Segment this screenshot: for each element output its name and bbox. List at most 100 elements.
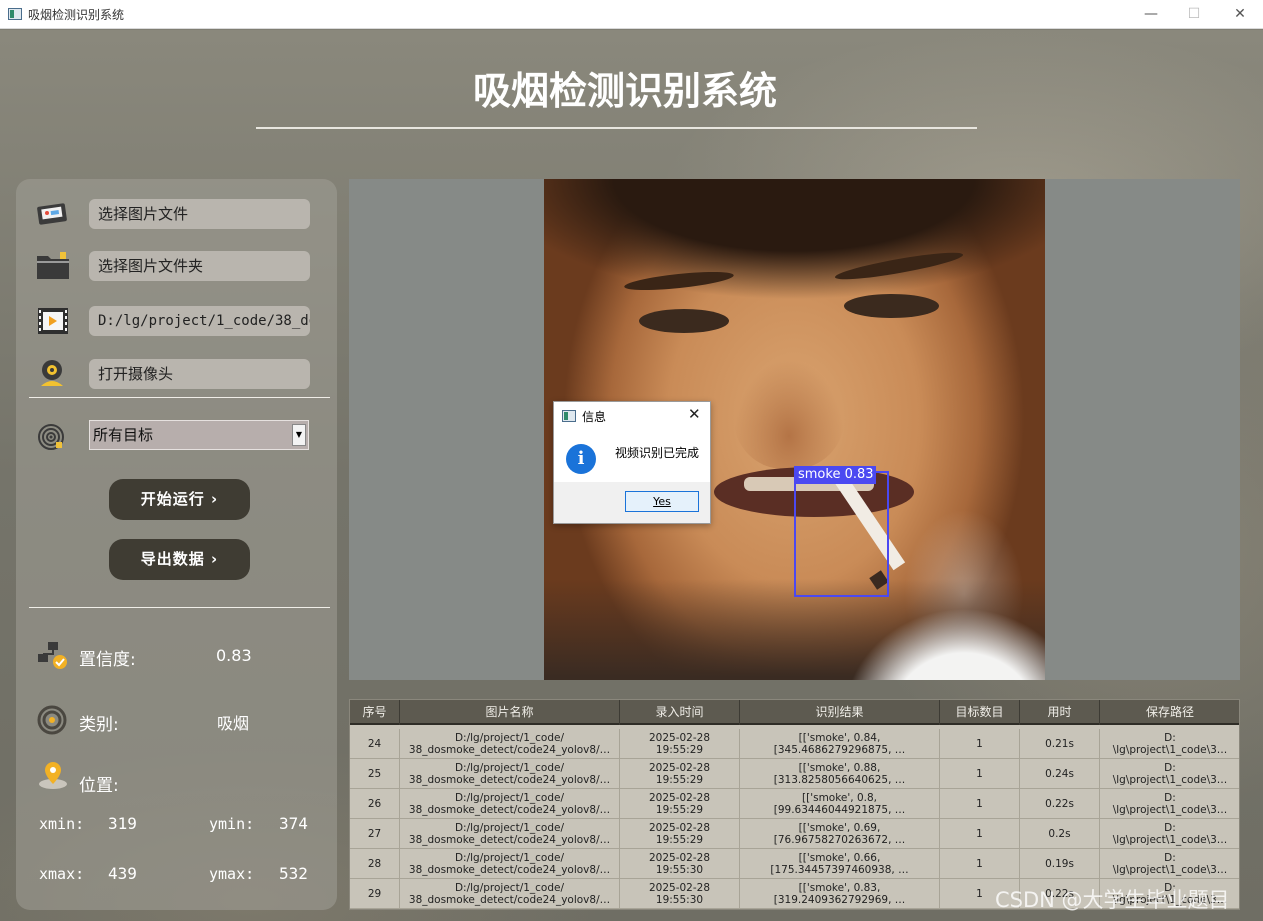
cell-id: 28 [350, 849, 400, 879]
xmax-value: 439 [108, 864, 137, 883]
cell-result: [['smoke', 0.66, [175.34457397460938, … [740, 849, 940, 879]
table-row[interactable]: 25 D:/lg/project/1_code/ 38_dosmoke_detec… [350, 759, 1239, 789]
select-image-folder-button[interactable]: 选择图片文件夹 [89, 251, 310, 281]
select-image-file-button[interactable]: 选择图片文件 [89, 199, 310, 229]
target-icon [38, 424, 64, 450]
column-header-result[interactable]: 识别结果 [740, 700, 940, 725]
ymin-label: ymin: [209, 815, 255, 833]
cell-duration: 0.22s [1020, 789, 1100, 819]
column-header-duration[interactable]: 用时 [1020, 700, 1100, 725]
page-title: 吸烟检测识别系统 [472, 69, 777, 113]
cell-duration: 0.24s [1020, 759, 1100, 789]
cell-time: 2025-02-28 19:55:29 [620, 759, 740, 789]
category-label: 类别: [79, 715, 119, 735]
cell-count: 1 [940, 789, 1020, 819]
column-header-time[interactable]: 录入时间 [620, 700, 740, 725]
cell-name: D:/lg/project/1_code/ 38_dosmoke_detect/… [400, 729, 620, 759]
folder-icon [37, 252, 69, 279]
column-header-path[interactable]: 保存路径 [1100, 700, 1239, 725]
cell-duration: 0.19s [1020, 849, 1100, 879]
cell-time: 2025-02-28 19:55:29 [620, 729, 740, 759]
title-divider [256, 127, 977, 129]
ymax-label: ymax: [209, 865, 255, 883]
column-header-count[interactable]: 目标数目 [940, 700, 1020, 725]
cell-id: 29 [350, 879, 400, 909]
dialog-close-icon[interactable]: ✕ [688, 405, 701, 423]
dialog-footer: Yes [554, 482, 710, 523]
cell-path: D: \lg\project\1_code\3… [1100, 789, 1239, 819]
cell-time: 2025-02-28 19:55:30 [620, 849, 740, 879]
open-camera-button[interactable]: 打开摄像头 [89, 359, 310, 389]
dialog-app-icon [562, 410, 576, 422]
table-row[interactable]: 24 D:/lg/project/1_code/ 38_dosmoke_detec… [350, 729, 1239, 759]
watermark: CSDN @大学生毕业题目 [995, 888, 1230, 912]
panel-divider-2 [29, 607, 330, 608]
export-data-button[interactable]: 导出数据 › [109, 539, 250, 580]
cell-name: D:/lg/project/1_code/ 38_dosmoke_detect/… [400, 819, 620, 849]
cell-id: 24 [350, 729, 400, 759]
start-run-button[interactable]: 开始运行 › [109, 479, 250, 520]
cell-path: D: \lg\project\1_code\3… [1100, 759, 1239, 789]
webcam-icon [41, 360, 63, 386]
cell-result: [['smoke', 0.84, [345.4686279296875, … [740, 729, 940, 759]
target-select[interactable]: 所有目标 ▼ [89, 420, 309, 450]
photo-card-icon [37, 203, 67, 225]
photo-eye-right [844, 294, 939, 318]
cell-count: 1 [940, 849, 1020, 879]
photo-eye-left [639, 309, 729, 333]
video-path-field[interactable]: D:/lg/project/1_code/38_dosmoke_detect/c… [89, 306, 310, 336]
cell-time: 2025-02-28 19:55:29 [620, 789, 740, 819]
cell-name: D:/lg/project/1_code/ 38_dosmoke_detect/… [400, 789, 620, 819]
xmin-label: xmin: [39, 815, 85, 833]
chevron-down-icon[interactable]: ▼ [292, 424, 306, 446]
maximize-button[interactable]: ☐ [1171, 0, 1217, 29]
film-play-icon [38, 308, 68, 334]
cell-result: [['smoke', 0.69, [76.96758270263672, … [740, 819, 940, 849]
category-value: 吸烟 [217, 714, 250, 733]
column-header-name[interactable]: 图片名称 [400, 700, 620, 725]
cell-time: 2025-02-28 19:55:29 [620, 819, 740, 849]
map-pin-icon [39, 762, 67, 789]
detection-label: smoke 0.83 [794, 466, 876, 484]
cell-time: 2025-02-28 19:55:30 [620, 879, 740, 909]
cell-id: 27 [350, 819, 400, 849]
location-label: 位置: [79, 776, 119, 796]
close-button[interactable]: ✕ [1217, 0, 1263, 29]
cell-name: D:/lg/project/1_code/ 38_dosmoke_detect/… [400, 879, 620, 909]
cell-duration: 0.2s [1020, 819, 1100, 849]
cell-path: D: \lg\project\1_code\3… [1100, 849, 1239, 879]
results-table: 序号 图片名称 录入时间 识别结果 目标数目 用时 保存路径 24 D:/lg/p… [349, 699, 1240, 910]
cell-name: D:/lg/project/1_code/ 38_dosmoke_detect/… [400, 759, 620, 789]
cell-id: 25 [350, 759, 400, 789]
table-row[interactable]: 28 D:/lg/project/1_code/ 38_dosmoke_detec… [350, 849, 1239, 879]
xmax-label: xmax: [39, 865, 85, 883]
table-row[interactable]: 26 D:/lg/project/1_code/ 38_dosmoke_detec… [350, 789, 1239, 819]
photo-hair [544, 179, 1045, 299]
cell-name: D:/lg/project/1_code/ 38_dosmoke_detect/… [400, 849, 620, 879]
cell-result: [['smoke', 0.83, [319.2409362792969, … [740, 879, 940, 909]
detection-box [794, 471, 889, 597]
column-header-id[interactable]: 序号 [350, 700, 400, 725]
xmin-value: 319 [108, 814, 137, 833]
table-row[interactable]: 27 D:/lg/project/1_code/ 38_dosmoke_detec… [350, 819, 1239, 849]
info-dialog: 信息 ✕ i 视频识别已完成 Yes [553, 401, 711, 524]
target-select-value: 所有目标 [93, 426, 154, 444]
info-icon: i [566, 444, 596, 474]
minimize-button[interactable]: — [1128, 0, 1174, 29]
yes-button[interactable]: Yes [625, 491, 699, 512]
cell-result: [['smoke', 0.88, [313.8258056640625, … [740, 759, 940, 789]
confidence-label: 置信度: [79, 650, 136, 670]
app-icon [8, 8, 22, 20]
table-header: 序号 图片名称 录入时间 识别结果 目标数目 用时 保存路径 [350, 700, 1239, 725]
ymin-value: 374 [279, 814, 308, 833]
cell-count: 1 [940, 819, 1020, 849]
flowchart-check-icon [38, 642, 67, 669]
cell-path: D: \lg\project\1_code\3… [1100, 729, 1239, 759]
panel-divider [29, 397, 330, 398]
window-title: 吸烟检测识别系统 [28, 8, 125, 22]
cell-result: [['smoke', 0.8, [99.63446044921875, … [740, 789, 940, 819]
ymax-value: 532 [279, 864, 308, 883]
cell-id: 26 [350, 789, 400, 819]
cell-count: 1 [940, 729, 1020, 759]
confidence-value: 0.83 [216, 646, 252, 665]
